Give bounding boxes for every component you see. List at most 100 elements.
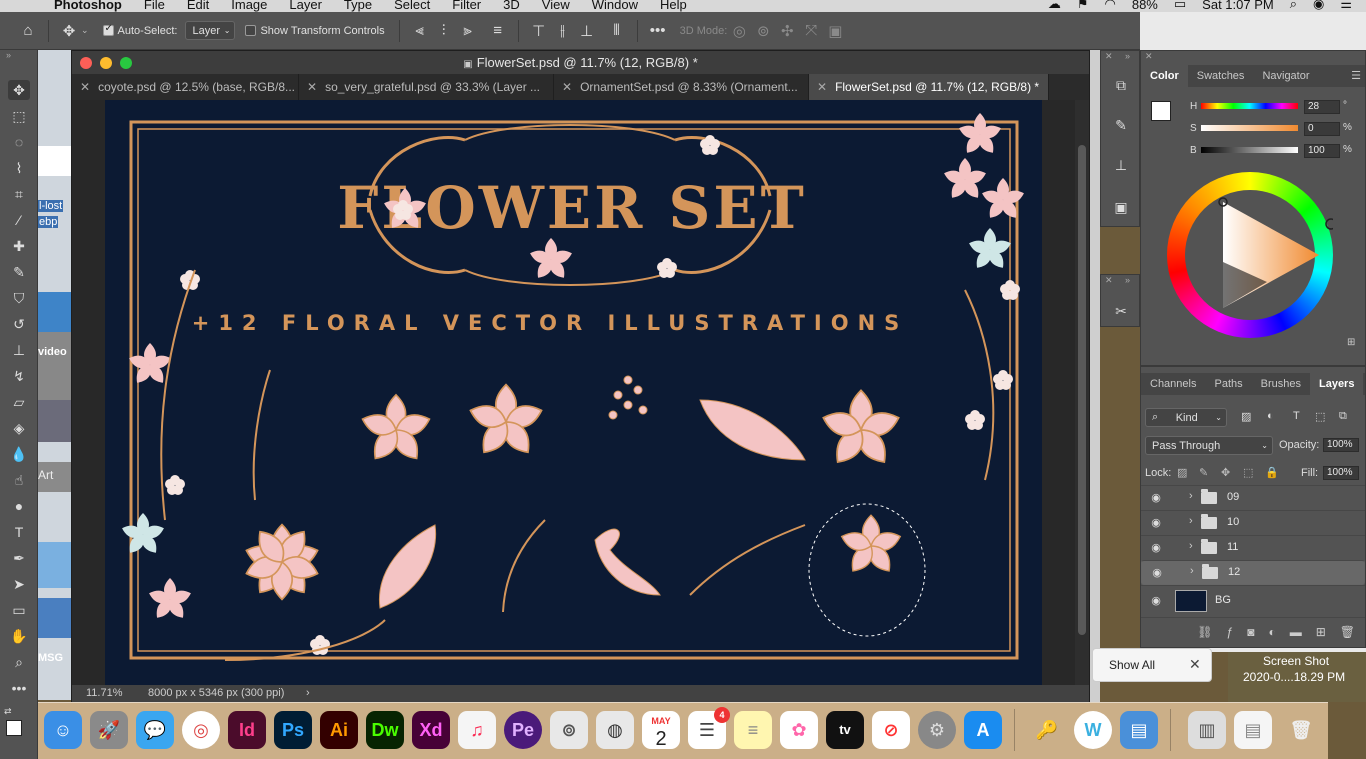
wifi-icon[interactable]: ◠ — [1105, 0, 1116, 12]
new-adjustment-layer-icon[interactable]: ◐ — [1268, 625, 1275, 639]
layer-row-12[interactable]: ◉ › 12 — [1141, 560, 1365, 585]
type-tool-icon[interactable]: T — [8, 522, 30, 542]
lock-image-icon[interactable]: ✎ — [1199, 466, 1208, 479]
brush-tool-icon[interactable]: ✎ — [8, 262, 30, 282]
scrollbar-thumb[interactable] — [1078, 145, 1086, 635]
3d-orbit-icon[interactable]: ◎ — [727, 22, 751, 40]
dock-trash-icon[interactable]: 🗑 — [1282, 711, 1320, 749]
move-tool-icon[interactable]: ✥ — [8, 80, 30, 100]
dock-messages-icon[interactable]: 💬 — [136, 711, 174, 749]
dock-launchpad-icon[interactable]: 🚀 — [90, 711, 128, 749]
zoom-level-field[interactable]: 11.71% — [86, 685, 123, 702]
dock-lasso-icon[interactable]: ◍ — [596, 711, 634, 749]
healing-brush-tool-icon[interactable]: ✚ — [8, 236, 30, 256]
add-layer-style-icon[interactable]: ƒ — [1227, 625, 1234, 639]
lasso-tool-icon[interactable]: ◌ — [8, 132, 30, 152]
pen-tool-icon[interactable]: ✒ — [8, 548, 30, 568]
close-tab-icon[interactable]: ✕ — [307, 80, 317, 94]
expand-group-chevron-icon[interactable]: › — [1190, 565, 1194, 577]
illustration-selected-flower[interactable] — [838, 514, 904, 577]
show-transform-controls-checkbox[interactable] — [245, 25, 257, 36]
desktop-label-3[interactable]: video — [38, 346, 67, 358]
desktop-video-thumb[interactable] — [38, 332, 71, 400]
menu-file[interactable]: File — [144, 0, 165, 12]
dock-notes-icon[interactable]: ≡ — [734, 711, 772, 749]
close-window-button[interactable] — [80, 57, 92, 69]
menu-filter[interactable]: Filter — [452, 0, 481, 12]
delete-layer-icon[interactable]: 🗑 — [1340, 625, 1355, 639]
3d-pan-icon[interactable]: ✣ — [775, 22, 799, 40]
close-tab-icon[interactable]: ✕ — [80, 80, 90, 94]
desktop-label-5[interactable]: MSG — [38, 652, 63, 664]
dock-indesign-icon[interactable]: Id — [228, 711, 266, 749]
dock-dreamweaver-icon[interactable]: Dw — [366, 711, 404, 749]
panel-menu-icon[interactable]: ☰ — [1347, 65, 1365, 87]
menu-3d[interactable]: 3D — [503, 0, 520, 12]
foreground-color-preview[interactable] — [1151, 101, 1171, 121]
brightness-input[interactable]: 100 — [1304, 144, 1340, 158]
brush-settings-icon[interactable]: ✎ — [1110, 115, 1132, 135]
distribute-horizontal-icon[interactable]: ⦀ — [605, 22, 629, 39]
dock-preview-icon[interactable]: ▤ — [1120, 711, 1158, 749]
battery-icon[interactable]: ▭ — [1174, 0, 1186, 12]
close-dock-icon[interactable]: ✕ — [1105, 51, 1113, 62]
desktop-file-thumb[interactable] — [38, 400, 71, 442]
battery-percent[interactable]: 88% — [1132, 0, 1158, 12]
swap-colors-icon[interactable]: ⇄ — [4, 706, 14, 716]
marquee-tool-icon[interactable]: ⬚ — [8, 106, 30, 126]
hue-slider[interactable] — [1201, 103, 1298, 109]
tab-coyote[interactable]: ✕ coyote.psd @ 12.5% (base, RGB/8... — [72, 74, 299, 100]
screenshot-file-name-1[interactable]: Screen Shot — [1263, 654, 1329, 668]
document-dimensions[interactable]: 8000 px x 5346 px (300 ppi) — [148, 685, 284, 702]
path-selection-tool-icon[interactable]: ➤ — [8, 574, 30, 594]
zoom-window-button[interactable] — [120, 57, 132, 69]
foreground-color-swatch[interactable] — [6, 720, 22, 736]
expand-group-chevron-icon[interactable]: › — [1189, 515, 1193, 527]
history-brush-tool-icon[interactable]: ↺ — [8, 314, 30, 334]
minimize-window-button[interactable] — [100, 57, 112, 69]
tab-color[interactable]: Color — [1141, 65, 1188, 87]
menu-edit[interactable]: Edit — [187, 0, 209, 12]
expand-dock-icon[interactable]: » — [1125, 275, 1130, 285]
desktop-file-thumb[interactable] — [38, 542, 71, 588]
tab-ornament-set[interactable]: ✕ OrnamentSet.psd @ 8.33% (Ornament... — [554, 74, 809, 100]
properties-panel-icon[interactable]: ▣ — [1110, 197, 1132, 217]
saturation-input[interactable]: 0 — [1304, 122, 1340, 136]
menu-help[interactable]: Help — [660, 0, 687, 12]
clone-stamp-tool-icon[interactable]: ⛉ — [8, 288, 30, 308]
document-titlebar[interactable]: ▣ FlowerSet.psd @ 11.7% (12, RGB/8) * — [72, 51, 1089, 74]
artboard-flower-set[interactable]: FLOWER SET +12 FLORAL VECTOR ILLUSTRATIO… — [105, 100, 1042, 686]
screenshot-file-name-2[interactable]: 2020-0....18.29 PM — [1243, 670, 1345, 684]
desktop-label-1[interactable]: l-lost — [38, 200, 64, 212]
3d-scale-icon[interactable]: ▣ — [823, 22, 847, 40]
expand-group-chevron-icon[interactable]: › — [1189, 490, 1193, 502]
crop-tool-icon[interactable]: ⌗ — [8, 184, 30, 204]
history-panel-icon[interactable]: ⧉ — [1110, 75, 1132, 95]
auto-select-target-dropdown[interactable]: Layer ⌄ — [185, 21, 236, 40]
move-tool-preset-icon[interactable]: ✥ — [57, 22, 81, 40]
dock-keychain-icon[interactable]: 🔑 — [1028, 711, 1066, 749]
lock-transparent-icon[interactable]: ▨ — [1177, 466, 1187, 479]
layer-row-bg[interactable]: ◉ BG — [1141, 585, 1365, 615]
visibility-eye-icon[interactable]: ◉ — [1149, 541, 1163, 555]
align-top-edges-icon[interactable]: ⊤ — [527, 22, 551, 40]
blend-mode-dropdown[interactable]: Pass Through ⌄ — [1145, 436, 1273, 455]
paint-bucket-tool-icon[interactable]: ◈ — [8, 418, 30, 438]
dock-photoshop-icon[interactable]: Ps — [274, 711, 312, 749]
dock-reminders-icon[interactable]: ☰ 4 — [688, 707, 730, 749]
new-layer-icon[interactable]: ⊞ — [1316, 625, 1326, 639]
filter-pixel-icon[interactable]: ▨ — [1241, 410, 1251, 423]
expand-dock-icon[interactable]: » — [1125, 51, 1130, 61]
rectangle-tool-icon[interactable]: ▭ — [8, 600, 30, 620]
dock-finder-icon[interactable]: ☺ — [44, 711, 82, 749]
clone-source-icon[interactable]: ⊥ — [1110, 155, 1132, 175]
align-right-edges-icon[interactable]: ⫸ — [456, 22, 480, 39]
vertical-scrollbar[interactable] — [1075, 100, 1089, 686]
layer-filter-kind-dropdown[interactable]: ⌕ Kind ⌄ — [1145, 408, 1227, 427]
opacity-input[interactable]: 100% — [1323, 438, 1359, 452]
3d-roll-icon[interactable]: ⊚ — [751, 22, 775, 40]
app-menu[interactable]: Photoshop — [54, 0, 122, 12]
add-mask-icon[interactable]: ◙ — [1247, 625, 1254, 639]
filter-adjustment-icon[interactable]: ◐ — [1267, 410, 1274, 422]
tab-navigator[interactable]: Navigator — [1253, 65, 1318, 87]
